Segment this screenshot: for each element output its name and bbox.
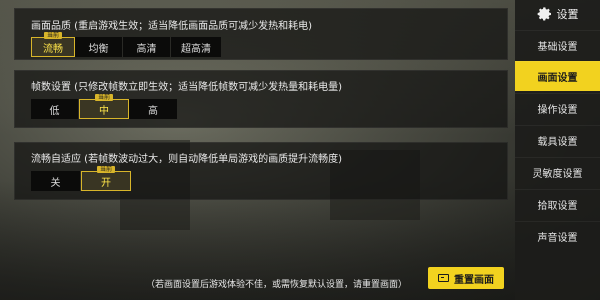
option-label: 流畅 bbox=[43, 43, 63, 55]
current-tag: 当前 bbox=[94, 94, 114, 101]
option-label: 高 bbox=[148, 105, 158, 117]
sidebar-item-label: 载具设置 bbox=[537, 137, 578, 148]
framerate-title: 帧数设置 (只修改帧数立即生效；适当降低帧数可减少发热量和耗电量) bbox=[31, 82, 342, 93]
quality-option-hd[interactable]: 高清 bbox=[123, 37, 171, 57]
reset-graphics-button[interactable]: 重置画面 bbox=[428, 267, 504, 289]
sidebar-item-label: 操作设置 bbox=[537, 105, 578, 116]
framerate-option-high[interactable]: 高 bbox=[129, 99, 177, 119]
quality-option-ultra-hd[interactable]: 超高清 bbox=[171, 37, 221, 57]
framerate-section: 帧数设置 (只修改帧数立即生效；适当降低帧数可减少发热量和耗电量) 低 当前 中… bbox=[14, 70, 508, 128]
adaptive-option-off[interactable]: 关 bbox=[31, 171, 81, 191]
current-tag: 当前 bbox=[43, 32, 63, 39]
sidebar-item-vehicle[interactable]: 载具设置 bbox=[515, 125, 600, 155]
reset-graphics-label: 重置画面 bbox=[454, 274, 494, 286]
current-tag: 当前 bbox=[96, 166, 116, 173]
gear-icon bbox=[537, 7, 551, 21]
sidebar-item-label: 画面设置 bbox=[537, 73, 578, 84]
framerate-option-low[interactable]: 低 bbox=[31, 99, 79, 119]
sidebar-item-sensitivity[interactable]: 灵敏度设置 bbox=[515, 157, 600, 187]
option-label: 低 bbox=[49, 105, 60, 117]
adaptive-option-on[interactable]: 当前 开 bbox=[81, 166, 131, 191]
sidebar-item-basic[interactable]: 基础设置 bbox=[515, 30, 600, 60]
adaptive-title: 流畅自适应 (若帧数波动过大，则自动降低单局游戏的画质提升流畅度) bbox=[31, 154, 342, 165]
sidebar-item-label: 基础设置 bbox=[537, 42, 578, 53]
settings-header: 设置 bbox=[515, 0, 600, 28]
option-label: 超高清 bbox=[181, 43, 211, 55]
settings-title: 设置 bbox=[556, 8, 579, 21]
graphics-settings-panel: 画面品质 (重启游戏生效；适当降低画面品质可减少发热和耗电) 当前 流畅 均衡 … bbox=[14, 8, 508, 294]
quality-option-balanced[interactable]: 均衡 bbox=[75, 37, 123, 57]
adaptive-section: 流畅自适应 (若帧数波动过大，则自动降低单局游戏的画质提升流畅度) 关 当前 开 bbox=[14, 142, 508, 200]
sidebar-item-label: 拾取设置 bbox=[537, 201, 578, 212]
quality-section: 画面品质 (重启游戏生效；适当降低画面品质可减少发热和耗电) 当前 流畅 均衡 … bbox=[14, 8, 508, 60]
reset-hint: （若画面设置后游戏体验不佳，或需恢复默认设置，请重置画面） bbox=[146, 280, 408, 290]
option-label: 均衡 bbox=[88, 43, 109, 55]
sidebar-item-graphics[interactable]: 画面设置 bbox=[515, 61, 600, 91]
quality-selector: 当前 流畅 均衡 高清 超高清 bbox=[31, 32, 221, 57]
sidebar-item-pickup[interactable]: 拾取设置 bbox=[515, 189, 600, 219]
quality-title: 画面品质 (重启游戏生效；适当降低画面品质可减少发热和耗电) bbox=[31, 21, 312, 32]
option-label: 高清 bbox=[136, 43, 157, 55]
reset-icon bbox=[438, 274, 449, 282]
sidebar-item-controls[interactable]: 操作设置 bbox=[515, 93, 600, 123]
option-label: 开 bbox=[101, 177, 111, 189]
sidebar-item-label: 灵敏度设置 bbox=[532, 169, 583, 180]
sidebar-item-audio[interactable]: 声音设置 bbox=[515, 221, 600, 251]
adaptive-toggle: 关 当前 开 bbox=[31, 166, 131, 191]
option-label: 关 bbox=[50, 177, 61, 189]
settings-sidebar: 设置 基础设置 画面设置 操作设置 载具设置 灵敏度设置 拾取设置 声音设置 bbox=[515, 0, 600, 300]
sidebar-item-label: 声音设置 bbox=[537, 233, 578, 244]
framerate-option-medium[interactable]: 当前 中 bbox=[79, 94, 129, 119]
option-label: 中 bbox=[99, 105, 109, 117]
quality-option-smooth[interactable]: 当前 流畅 bbox=[31, 32, 75, 57]
framerate-selector: 低 当前 中 高 bbox=[31, 94, 177, 119]
